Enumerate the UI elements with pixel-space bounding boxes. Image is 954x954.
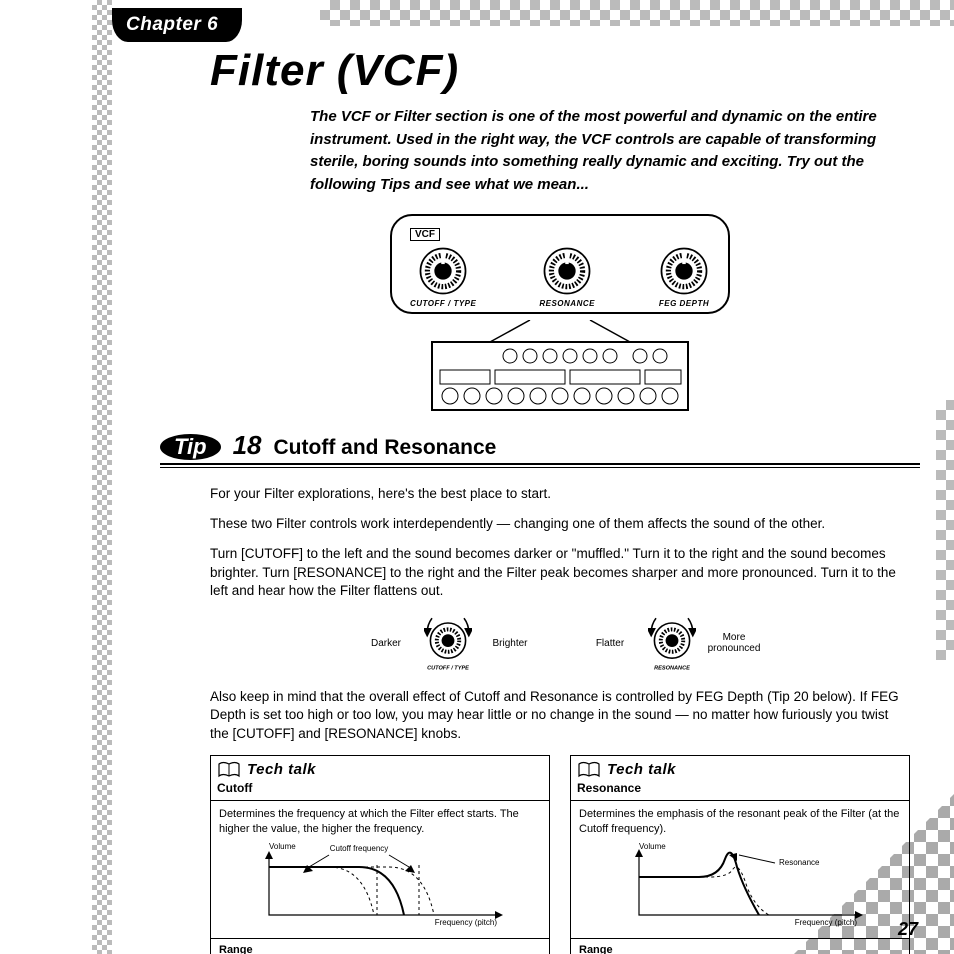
knob-icon <box>417 245 469 297</box>
knob-icon: RESONANCE <box>648 612 696 674</box>
range-label: Range <box>219 943 541 954</box>
svg-text:CUTOFF / TYPE: CUTOFF / TYPE <box>427 665 469 671</box>
device-panel-diagram <box>430 320 690 412</box>
svg-text:Volume: Volume <box>269 842 296 851</box>
dial-caption-left: Darker <box>356 638 416 649</box>
vcf-panel-diagram: VCF CUTOFF / TYPE <box>390 214 730 314</box>
dial-cutoff: Darker CUTOFF / TYPE Brighter <box>356 612 540 674</box>
tech-talk-subtitle: Resonance <box>571 780 909 800</box>
knob-icon <box>658 245 710 297</box>
dial-resonance: Flatter RESONANCE More pronounced <box>580 612 764 674</box>
chapter-tab: Chapter 6 <box>112 8 242 42</box>
knob-feg-depth: FEG DEPTH <box>658 245 710 308</box>
resonance-graph: Volume Resonance Frequency (pitch) <box>579 837 879 927</box>
svg-text:Frequency (pitch): Frequency (pitch) <box>795 918 858 927</box>
dial-caption-right: More pronounced <box>704 632 764 654</box>
tech-talk-description: Determines the frequency at which the Fi… <box>219 807 541 837</box>
knob-label: CUTOFF / TYPE <box>410 299 476 308</box>
page-content: Filter (VCF) The VCF or Filter section i… <box>210 46 910 954</box>
svg-text:Cutoff frequency: Cutoff frequency <box>330 844 389 853</box>
dial-caption-left: Flatter <box>580 638 640 649</box>
tip-title: Cutoff and Resonance <box>274 436 497 460</box>
decoration-checker-top <box>320 0 954 26</box>
decoration-checker-right <box>936 400 954 660</box>
knob-icon <box>541 245 593 297</box>
vcf-label: VCF <box>410 228 440 241</box>
intro-paragraph: The VCF or Filter section is one of the … <box>210 106 920 196</box>
svg-text:Frequency (pitch): Frequency (pitch) <box>435 918 498 927</box>
knob-label: FEG DEPTH <box>659 299 709 308</box>
decoration-checker-left <box>92 0 112 954</box>
knob-icon: CUTOFF / TYPE <box>424 612 472 674</box>
page-title: Filter (VCF) <box>210 46 910 96</box>
dial-caption-right: Brighter <box>480 638 540 649</box>
page-number: 27 <box>898 919 918 940</box>
tech-talk-description: Determines the emphasis of the resonant … <box>579 807 901 837</box>
pages-icon <box>217 761 241 779</box>
tip-badge: Tip <box>160 434 221 460</box>
paragraph: Also keep in mind that the overall effec… <box>210 688 910 743</box>
pages-icon <box>577 761 601 779</box>
cutoff-graph: Volume Cutoff frequency <box>219 837 519 927</box>
tip-number: 18 <box>233 430 262 461</box>
tip-body: For your Filter explorations, here's the… <box>210 467 910 954</box>
dial-diagrams: Darker CUTOFF / TYPE Brighter Flatt <box>210 612 910 674</box>
svg-text:Resonance: Resonance <box>779 858 820 867</box>
knob-resonance: RESONANCE <box>539 245 595 308</box>
tip-heading-bar: Tip 18 Cutoff and Resonance <box>160 430 920 465</box>
range-label: Range <box>579 943 901 954</box>
tech-talk-row: Tech talk Cutoff Determines the frequenc… <box>210 755 910 954</box>
tech-talk-cutoff: Tech talk Cutoff Determines the frequenc… <box>210 755 550 954</box>
knob-label: RESONANCE <box>539 299 595 308</box>
tech-talk-subtitle: Cutoff <box>211 780 549 800</box>
svg-text:Volume: Volume <box>639 842 666 851</box>
paragraph: Turn [CUTOFF] to the left and the sound … <box>210 545 910 600</box>
tech-talk-heading: Tech talk <box>607 760 676 780</box>
knob-cutoff: CUTOFF / TYPE <box>410 245 476 308</box>
paragraph: For your Filter explorations, here's the… <box>210 485 910 503</box>
svg-text:RESONANCE: RESONANCE <box>654 665 690 671</box>
tech-talk-resonance: Tech talk Resonance Determines the empha… <box>570 755 910 954</box>
tech-talk-heading: Tech talk <box>247 760 316 780</box>
paragraph: These two Filter controls work interdepe… <box>210 515 910 533</box>
manual-page: Chapter 6 Filter (VCF) The VCF or Filter… <box>0 0 954 954</box>
